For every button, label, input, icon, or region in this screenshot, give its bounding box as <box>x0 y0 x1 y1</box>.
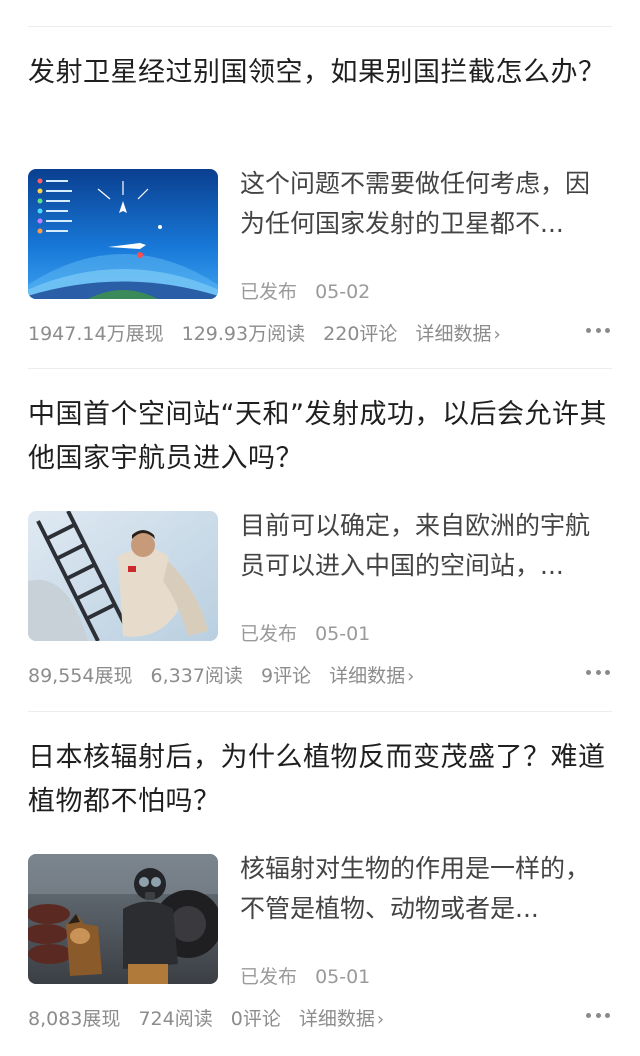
publish-date: 05-01 <box>315 966 371 988</box>
article-thumbnail[interactable] <box>28 169 218 299</box>
publish-status: 已发布 05-02 <box>240 277 370 304</box>
views-count: 8,083展现 <box>28 1008 121 1030</box>
article-stats: 8,083展现 724阅读 0评论 详细数据 › <box>28 1004 612 1034</box>
views-count: 89,554展现 <box>28 665 133 687</box>
publish-date: 05-02 <box>315 281 371 303</box>
article-stats: 89,554展现 6,337阅读 9评论 详细数据 › <box>28 661 612 691</box>
status-label: 已发布 <box>240 966 298 988</box>
comments-count: 220评论 <box>323 323 398 345</box>
chevron-right-icon: › <box>407 666 415 687</box>
chevron-right-icon: › <box>376 1009 385 1030</box>
detail-data-link[interactable]: 详细数据 › <box>329 665 414 687</box>
astronaut-photo-image <box>28 511 218 641</box>
publish-status: 已发布 05-01 <box>240 962 370 989</box>
more-dots-icon[interactable] <box>586 327 610 333</box>
divider <box>28 368 612 369</box>
reads-count: 724阅读 <box>138 1008 213 1030</box>
article-title[interactable]: 日本核辐射后，为什么植物反而变茂盛了？难道植物都不怕吗？ <box>28 736 612 824</box>
status-label: 已发布 <box>240 281 298 303</box>
views-count: 1947.14万展现 <box>28 323 164 345</box>
detail-data-label: 详细数据 <box>415 323 492 345</box>
article-summary: 这个问题不需要做任何考虑，因为任何国家发射的卫星都不... <box>240 169 591 238</box>
detail-data-label: 详细数据 <box>298 1008 375 1030</box>
article-card[interactable]: 发射卫星经过别国领空，如果别国拦截怎么办？ 这个问题不需要做任何考虑，因为任何国… <box>0 51 640 371</box>
article-card[interactable]: 日本核辐射后，为什么植物反而变茂盛了？难道植物都不怕吗？ 核辐射对生物的作用是一… <box>0 736 640 1056</box>
detail-data-label: 详细数据 <box>329 665 406 687</box>
reads-count: 129.93万阅读 <box>181 323 306 345</box>
divider <box>28 26 612 27</box>
article-thumbnail[interactable] <box>28 854 218 984</box>
detail-data-link[interactable]: 详细数据 › <box>299 1008 384 1030</box>
article-thumbnail[interactable] <box>28 511 218 641</box>
atmosphere-infographic-image <box>28 169 218 299</box>
article-title[interactable]: 发射卫星经过别国领空，如果别国拦截怎么办？ <box>28 51 612 95</box>
chevron-right-icon: › <box>493 324 501 345</box>
publish-status: 已发布 05-01 <box>240 619 370 646</box>
article-title[interactable]: 中国首个空间站“天和”发射成功，以后会允许其他国家宇航员进入吗？ <box>28 393 612 481</box>
comments-count: 9评论 <box>260 665 312 687</box>
more-dots-icon[interactable] <box>586 1012 610 1018</box>
article-card[interactable]: 中国首个空间站“天和”发射成功，以后会允许其他国家宇航员进入吗？ 目前可以确定，… <box>0 393 640 713</box>
gas-mask-photo-image <box>28 854 218 984</box>
reads-count: 6,337阅读 <box>150 665 243 687</box>
more-dots-icon[interactable] <box>586 669 610 675</box>
publish-date: 05-01 <box>315 623 371 645</box>
article-feed: 发射卫星经过别国领空，如果别国拦截怎么办？ 这个问题不需要做任何考虑，因为任何国… <box>0 0 640 1048</box>
article-stats: 1947.14万展现 129.93万阅读 220评论 详细数据 › <box>28 319 612 349</box>
comments-count: 0评论 <box>230 1008 281 1030</box>
article-summary: 核辐射对生物的作用是一样的，不管是植物、动物或者是... <box>240 854 591 923</box>
article-summary: 目前可以确定，来自欧洲的宇航员可以进入中国的空间站，... <box>240 511 591 580</box>
detail-data-link[interactable]: 详细数据 › <box>415 323 500 345</box>
divider <box>28 711 612 712</box>
status-label: 已发布 <box>240 623 298 645</box>
